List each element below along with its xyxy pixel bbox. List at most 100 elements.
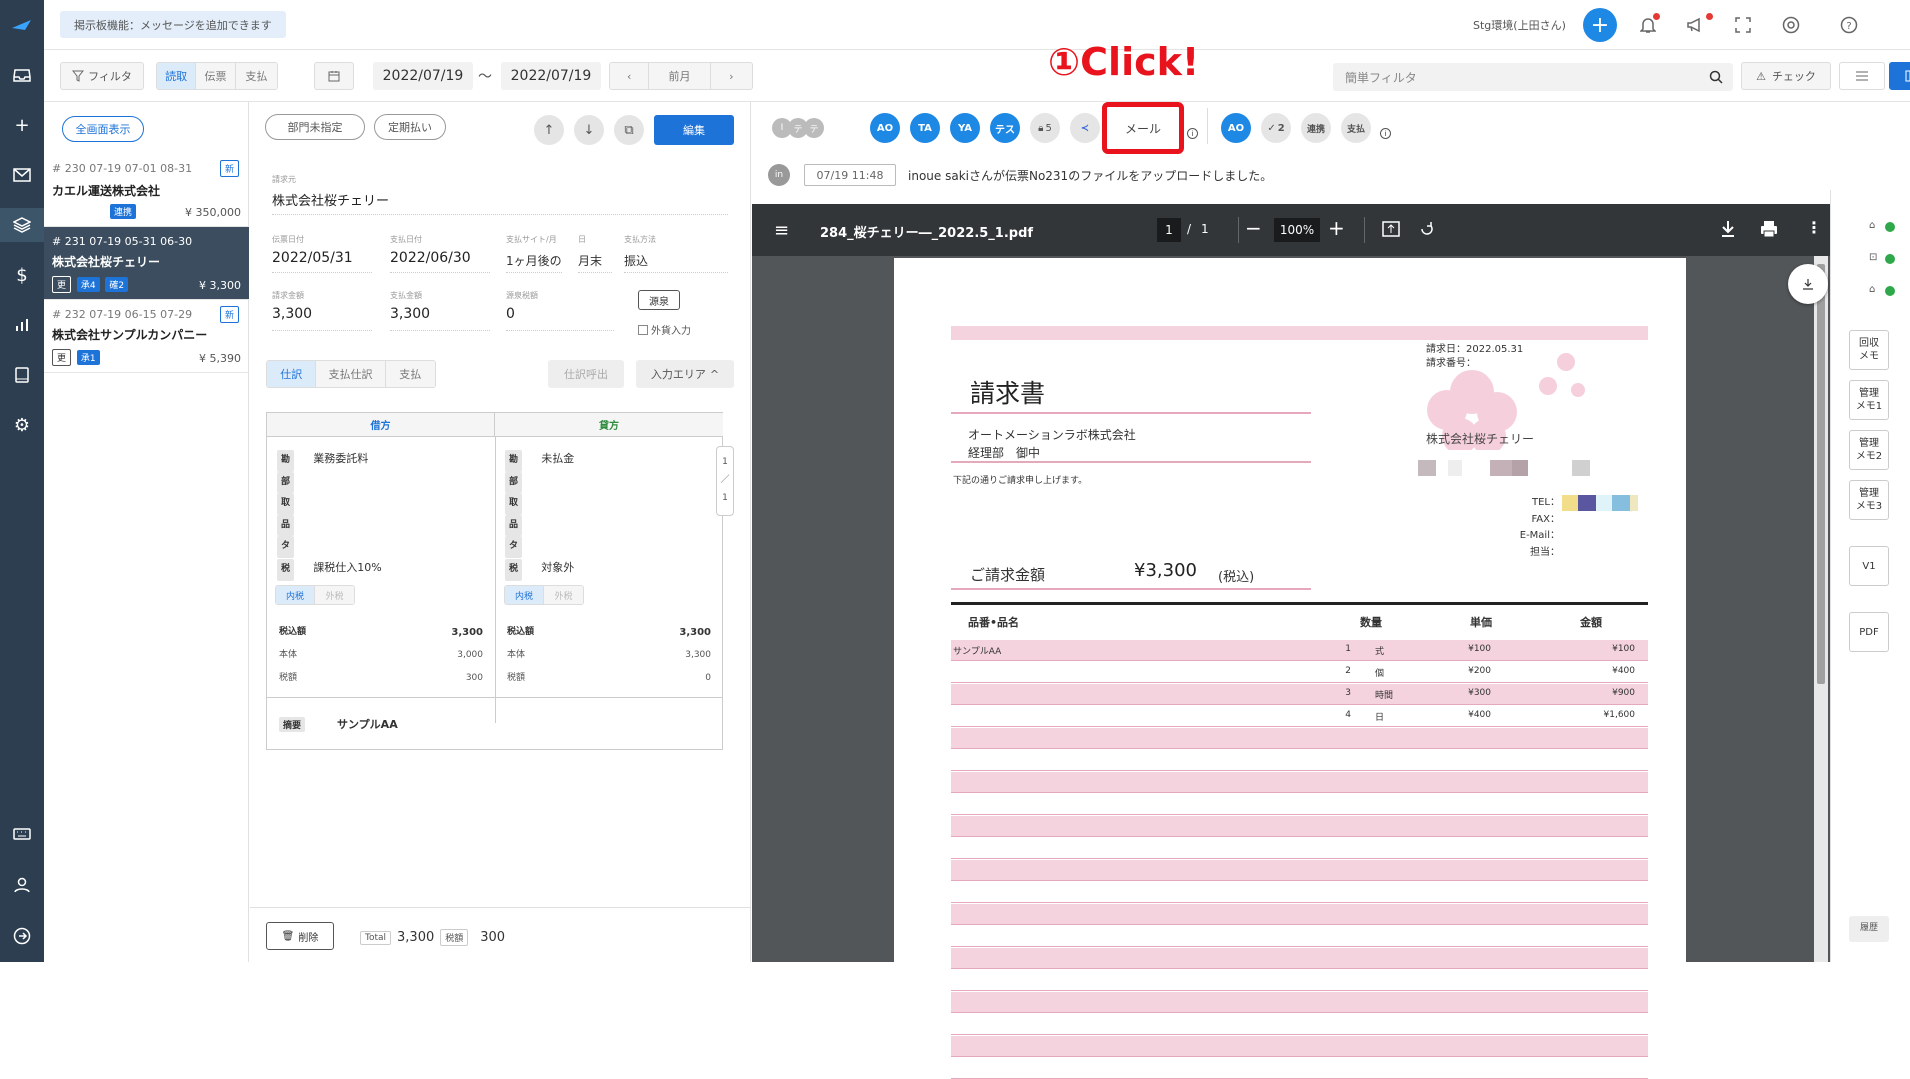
debit-account: 業務委託料 [313, 452, 369, 465]
megaphone-icon[interactable] [1678, 8, 1713, 42]
bell-icon[interactable] [1631, 8, 1665, 42]
book-icon[interactable] [0, 358, 44, 392]
list-item[interactable]: # 231 07-19 05-31 06-30 株式会社桜チェリー 更 承4 確… [44, 227, 249, 300]
zoom-in-icon[interactable]: + [1328, 216, 1345, 240]
history-button[interactable]: 履歴 [1849, 916, 1889, 942]
fullscreen-icon[interactable] [1726, 8, 1760, 42]
debit-incl-tax[interactable]: 内税 [276, 586, 316, 604]
credit-excl-tax[interactable]: 外税 [544, 586, 583, 604]
floating-download-button[interactable] [1788, 264, 1828, 304]
kanri-memo3-button[interactable]: 管理 メモ3 [1849, 480, 1889, 520]
renkei-button[interactable]: 連携 [1301, 113, 1331, 143]
avatar[interactable]: テス [990, 113, 1020, 143]
avatar[interactable]: TA [910, 113, 940, 143]
debit-fields[interactable]: 勘 業務委託料 部 取 品 タ 税 課税仕入10% [277, 449, 382, 581]
journal-pager[interactable]: 1 ／ 1 [716, 446, 734, 516]
avatar[interactable]: AO [1221, 113, 1251, 143]
check-count[interactable]: ✓ 2 [1261, 113, 1291, 143]
app-logo[interactable] [0, 8, 44, 42]
vendor-label: 請求元 [272, 175, 296, 184]
delete-button[interactable]: 🗑 削除 [266, 922, 334, 950]
gaika-checkbox[interactable]: 外貨入力 [638, 322, 691, 337]
share-icon[interactable]: ≺ [1070, 113, 1100, 143]
menu-icon[interactable]: ≡ [774, 220, 789, 241]
logout-icon[interactable] [0, 919, 44, 953]
settings-icon[interactable]: ⚙ [0, 408, 44, 442]
small-avatar[interactable]: テ [804, 118, 824, 138]
mail-icon[interactable] [0, 158, 44, 192]
next-arrow[interactable]: › [710, 63, 752, 89]
list-view-button[interactable] [1839, 62, 1885, 90]
funnel-icon [72, 70, 85, 82]
more-vert-icon[interactable]: ⋮ [1806, 218, 1822, 237]
list-item[interactable]: # 230 07-19 07-01 08-31 新 カエル運送株式会社 連携 ¥… [44, 154, 249, 227]
dollar-icon[interactable]: $ [0, 258, 44, 292]
check-button[interactable]: ⚠ チェック [1741, 62, 1831, 90]
gensen-button[interactable]: 源泉 [638, 290, 680, 310]
rotate-icon[interactable] [1418, 220, 1436, 241]
seg-shiharai[interactable]: 支払 [235, 63, 277, 89]
avatar[interactable]: YA [950, 113, 980, 143]
to-dept: 経理部 御中 [968, 446, 1041, 460]
version-button[interactable]: V1 [1849, 546, 1889, 586]
info-icon[interactable]: i [1380, 128, 1391, 139]
tab-shiwake[interactable]: 仕訳 [267, 361, 317, 387]
pdf-button[interactable]: PDF [1849, 612, 1889, 652]
recurring-pill[interactable]: 定期払い [374, 114, 446, 140]
chart-icon[interactable] [0, 308, 44, 342]
seg-yomitori[interactable]: 読取 [157, 63, 197, 89]
department-pill[interactable]: 部門未指定 [265, 114, 365, 140]
shiharai-button[interactable]: 支払 [1341, 113, 1371, 143]
show-all-button[interactable]: 全画面表示 [62, 116, 144, 142]
filter-button[interactable]: フィルタ [60, 62, 144, 90]
date-from-input[interactable]: 2022/07/19 [373, 62, 473, 90]
seg-denpyo[interactable]: 伝票 [196, 63, 236, 89]
tab-shiharai[interactable]: 支払 [385, 361, 435, 387]
add-button[interactable]: + [1583, 8, 1617, 42]
page-input[interactable]: 1 [1157, 218, 1181, 242]
prev-arrow[interactable]: ‹ [610, 63, 650, 89]
journal-call-button[interactable]: 仕訳呼出 [548, 360, 624, 388]
layers-icon[interactable] [0, 208, 44, 242]
invoice-row [951, 1058, 1648, 1079]
keyboard-icon[interactable] [0, 817, 44, 851]
kanri-memo2-button[interactable]: 管理 メモ2 [1849, 430, 1889, 470]
right-sidebar: ⌂ ⊡ ⌂ 回収 メモ 管理 メモ1 管理 メモ2 管理 メモ3 V1 PDF … [1830, 190, 1910, 962]
notice-banner[interactable]: 掲示板機能：メッセージを追加できます [60, 11, 286, 38]
user-icon[interactable] [0, 868, 44, 902]
support-icon[interactable] [1774, 8, 1808, 42]
credit-incl-tax[interactable]: 内税 [505, 586, 545, 604]
kaishu-memo-button[interactable]: 回収 メモ [1849, 330, 1889, 370]
help-icon[interactable]: ? [1832, 8, 1866, 42]
list-item[interactable]: # 232 07-19 06-15 07-29 新 株式会社サンプルカンパニー … [44, 300, 249, 373]
arrow-down-icon[interactable]: ↓ [574, 115, 604, 145]
lock-count[interactable]: 🔒︎ 5 [1030, 113, 1060, 143]
credit-fields[interactable]: 勘 未払金 部 取 品 タ 税 対象外 [505, 449, 574, 581]
avatar[interactable]: AO [870, 113, 900, 143]
info-icon[interactable]: i [1187, 128, 1198, 139]
arrow-up-icon[interactable]: ↑ [534, 115, 564, 145]
print-icon[interactable] [1760, 220, 1778, 241]
edit-button[interactable]: 編集 [654, 115, 734, 145]
pdf-scrollbar[interactable] [1814, 256, 1828, 962]
plus-icon[interactable]: + [0, 108, 44, 142]
debit-excl-tax[interactable]: 外税 [315, 586, 354, 604]
kanri-memo1-button[interactable]: 管理 メモ1 [1849, 380, 1889, 420]
quick-filter-input[interactable]: 簡単フィルタ [1333, 63, 1733, 91]
date-to-input[interactable]: 2022/07/19 [501, 62, 601, 90]
split-view-button[interactable] [1889, 62, 1910, 90]
list-icon [1856, 71, 1868, 81]
memo-row[interactable]: 摘要 サンプルAA [279, 716, 398, 732]
tab-shiharai-shiwake[interactable]: 支払仕訳 [316, 361, 386, 387]
calendar-button[interactable] [314, 62, 354, 90]
prev-month-button[interactable]: 前月 [649, 63, 711, 89]
download-icon[interactable] [1720, 220, 1736, 241]
list-item-name: カエル運送株式会社 [52, 184, 161, 198]
input-area-toggle[interactable]: 入力エリア ^ [636, 360, 734, 388]
copy-icon[interactable]: ⧉ [614, 115, 644, 145]
mail-button[interactable]: メール [1102, 102, 1184, 154]
inbox-icon[interactable] [0, 58, 44, 92]
zoom-out-icon[interactable]: − [1245, 216, 1262, 240]
zoom-level[interactable]: 100% [1274, 218, 1320, 242]
fit-page-icon[interactable] [1382, 221, 1400, 240]
